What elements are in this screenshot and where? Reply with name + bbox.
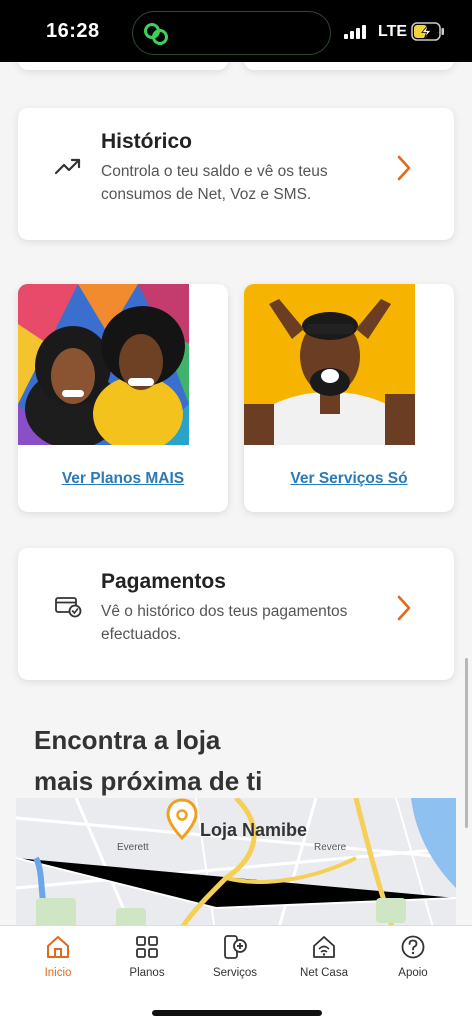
nav-item-planos[interactable]: Planos [107,934,187,979]
nav-label-planos: Planos [129,967,165,979]
historico-description: Controla o teu saldo e vê os teus consum… [101,163,328,203]
nav-item-servicos[interactable]: Serviços [195,934,275,979]
chevron-right-icon[interactable] [394,154,414,182]
pagamentos-description: Vê o histórico dos teus pagamentos efect… [101,603,348,643]
planos-mais-card[interactable]: Ver Planos MAIS [18,284,228,512]
store-heading-line-2: mais próxima de ti [34,766,263,796]
home-wifi-icon [313,936,335,958]
home-indicator[interactable] [152,1010,322,1016]
home-icon [47,936,69,958]
trending-up-icon [54,158,81,175]
partial-card-left[interactable] [18,62,228,70]
store-finder-heading: Encontra a loja mais próxima de ti [34,720,262,802]
planos-mais-image [18,284,189,445]
nav-label-inicio: Inicio [44,967,72,979]
map-place-revere: Revere [314,842,347,853]
ver-servicos-so-link[interactable]: Ver Serviços Só [244,470,454,488]
link-icon [144,23,168,45]
map-pin-label: Loja Namibe [200,820,308,840]
main-content[interactable]: Histórico Controla o teu saldo e vê os t… [0,62,472,925]
servicos-so-image [244,284,415,445]
signal-icon [344,25,370,39]
nav-label-apoio: Apoio [398,967,428,979]
store-map[interactable]: Loja Namibe Everett Revere [16,798,456,925]
servicos-so-card[interactable]: Ver Serviços Só [244,284,454,512]
chevron-right-icon[interactable] [394,594,414,622]
dynamic-island [132,11,331,55]
status-bar: 16:28 LTE [0,0,472,62]
historico-title: Histórico [101,130,193,153]
partial-card-right[interactable] [244,62,454,70]
nav-item-inicio[interactable]: Inicio [18,934,98,979]
status-time: 16:28 [46,20,100,42]
ver-planos-mais-link[interactable]: Ver Planos MAIS [18,470,228,488]
store-heading-line-1: Encontra a loja [34,725,221,755]
help-icon [401,935,425,959]
card-check-icon [55,597,82,618]
nav-label-net-casa: Net Casa [300,967,348,979]
grid-icon [136,936,158,958]
nav-label-servicos: Serviços [212,967,258,979]
historico-card[interactable]: Histórico Controla o teu saldo e vê os t… [18,108,454,240]
network-label: LTE [378,23,408,40]
nav-item-apoio[interactable]: Apoio [373,934,453,979]
battery-charging-icon [411,22,444,41]
map-place-everett: Everett [117,842,149,853]
phone-plus-icon [224,935,247,959]
nav-item-net-casa[interactable]: Net Casa [284,934,364,979]
pagamentos-title: Pagamentos [101,570,226,593]
pagamentos-card[interactable]: Pagamentos Vê o histórico dos teus pagam… [18,548,454,680]
scrollbar[interactable] [465,658,468,828]
